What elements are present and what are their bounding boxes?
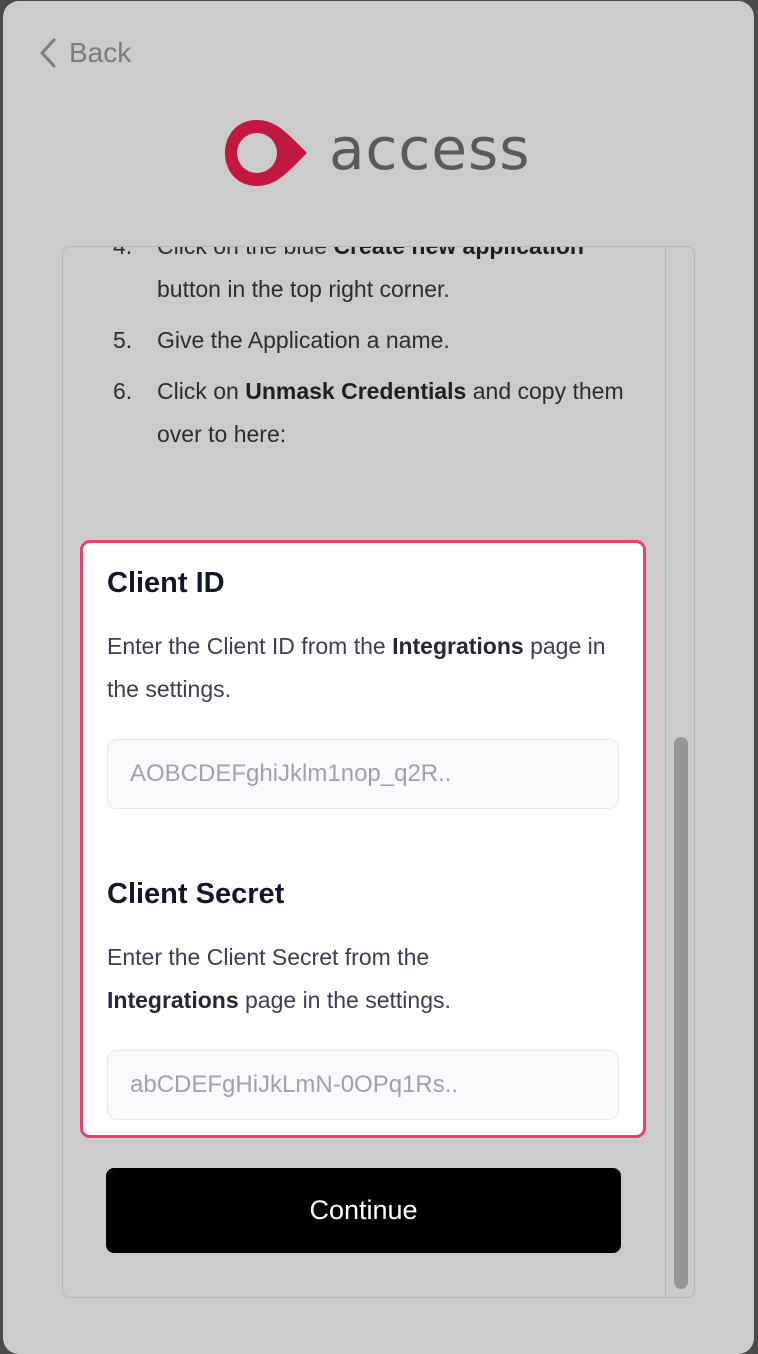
client-secret-description: Enter the Client Secret from the Integra… [107, 944, 451, 1013]
instructions-scroll-area[interactable]: 4. Click on the blue Create new applicat… [62, 246, 695, 1298]
scrollbar-track[interactable] [665, 247, 694, 1297]
step-number: 5. [113, 327, 133, 353]
step-item: 4. Click on the blue Create new applicat… [113, 246, 633, 311]
step-text: Give the Application a name. [157, 327, 450, 353]
client-secret-input[interactable] [107, 1050, 619, 1120]
back-label: Back [69, 37, 132, 68]
logo-wordmark: access [329, 115, 531, 183]
back-button[interactable]: Back [39, 35, 131, 71]
step-item: 6. Click on Unmask Credentials and copy … [113, 370, 633, 456]
client-id-title: Client ID [107, 567, 225, 599]
step-number: 6. [113, 378, 133, 404]
client-id-description: Enter the Client ID from the Integration… [107, 633, 606, 702]
step-number: 4. [113, 246, 133, 259]
step-item: 5. Give the Application a name. [113, 319, 633, 362]
chevron-left-icon [40, 38, 56, 68]
scrollbar-thumb[interactable] [674, 737, 688, 1289]
step-text: Click on the blue Create new application… [157, 246, 584, 302]
client-id-input[interactable] [107, 739, 619, 809]
access-logo-mark [225, 120, 307, 186]
scroll-content: 4. Click on the blue Create new applicat… [63, 247, 663, 1297]
credentials-card: Client ID Enter the Client ID from the I… [80, 540, 646, 1138]
instruction-steps: 4. Click on the blue Create new applicat… [113, 246, 633, 464]
access-logo: access [221, 117, 530, 189]
setup-panel: Back access 4. Click on the blue Create … [3, 1, 754, 1354]
continue-button[interactable]: Continue [106, 1168, 621, 1253]
client-secret-title: Client Secret [107, 878, 285, 910]
step-text: Click on Unmask Credentials and copy the… [157, 378, 624, 447]
